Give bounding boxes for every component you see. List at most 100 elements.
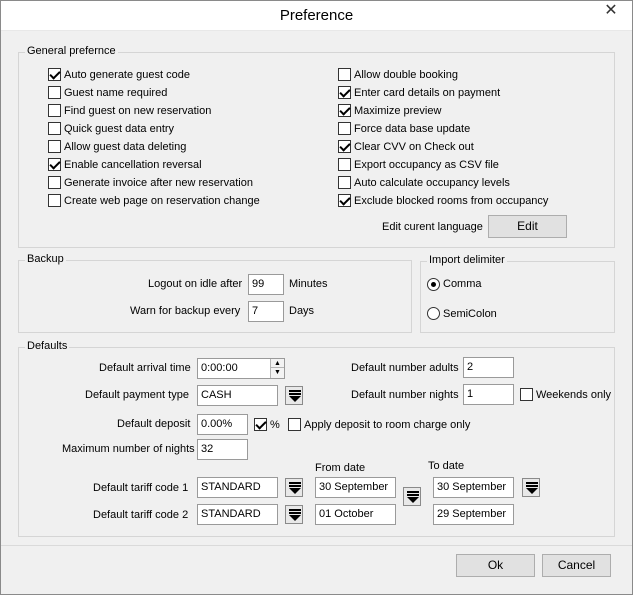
warn-backup-unit: Days — [289, 305, 315, 317]
checkbox-label: Exclude blocked rooms from occupancy — [354, 195, 549, 207]
edit-button[interactable]: Edit — [488, 215, 567, 238]
nights-label: Default number nights — [351, 389, 459, 401]
checkbox-enter-card-details-on-payment[interactable] — [338, 86, 351, 99]
checkbox-enable-cancellation-reversal[interactable] — [48, 158, 61, 171]
deposit-percent-label: % — [270, 419, 280, 431]
title-bar: Preference ✕ — [1, 1, 632, 31]
checkbox-allow-double-booking[interactable] — [338, 68, 351, 81]
checkbox-auto-calculate-occupancy-levels[interactable] — [338, 176, 351, 189]
nights-input[interactable]: 1 — [463, 384, 514, 405]
close-icon: ✕ — [604, 2, 618, 19]
checkbox-find-guest-on-new-reservation[interactable] — [48, 104, 61, 117]
comma-radio[interactable] — [427, 278, 440, 291]
checkbox-label: Enable cancellation reversal — [64, 159, 202, 171]
adults-input[interactable]: 2 — [463, 357, 514, 378]
checkbox-auto-generate-guest-code[interactable] — [48, 68, 61, 81]
import-delimiter-group: Import delimiter — [420, 254, 615, 333]
arrival-time-spinner[interactable]: ▲ ▼ — [270, 359, 284, 378]
dropdown-arrow-icon — [289, 509, 301, 521]
tariff1-to-date[interactable]: 30 September — [433, 477, 514, 498]
checkbox-exclude-blocked-rooms-from-occupancy[interactable] — [338, 194, 351, 207]
to-date-dropdown[interactable] — [522, 478, 540, 497]
tariff1-dropdown[interactable] — [285, 478, 303, 497]
tariff2-dropdown[interactable] — [285, 505, 303, 524]
edit-language-label: Edit curent language — [382, 221, 483, 233]
to-date-header: To date — [428, 460, 465, 472]
semicolon-radio[interactable] — [427, 307, 440, 320]
apply-deposit-label: Apply deposit to room charge only — [304, 419, 471, 431]
adults-label: Default number adults — [351, 362, 459, 374]
arrival-time-label: Default arrival time — [99, 362, 191, 374]
checkbox-label: Guest name required — [64, 87, 168, 99]
payment-type-label: Default payment type — [85, 389, 189, 401]
deposit-percent-checkbox[interactable] — [254, 418, 267, 431]
checkbox-label: Create web page on reservation change — [64, 195, 260, 207]
group-title: General prefernce — [25, 45, 118, 57]
tariff2-input[interactable]: STANDARD — [197, 504, 278, 525]
checkbox-maximize-preview[interactable] — [338, 104, 351, 117]
logout-label: Logout on idle after — [148, 278, 243, 290]
from-date-dropdown[interactable] — [403, 487, 421, 506]
checkbox-label: Enter card details on payment — [354, 87, 501, 99]
checkbox-allow-guest-data-deleting[interactable] — [48, 140, 61, 153]
max-nights-input[interactable]: 32 — [197, 439, 248, 460]
cancel-button[interactable]: Cancel — [542, 554, 611, 577]
dropdown-arrow-icon — [289, 390, 301, 402]
warn-backup-input[interactable]: 7 — [248, 301, 284, 322]
group-title: Backup — [25, 253, 66, 265]
checkbox-label: Allow double booking — [354, 69, 458, 81]
logout-unit: Minutes — [289, 278, 328, 290]
arrival-time-value: 0:00:00 — [201, 362, 238, 374]
checkbox-create-web-page-on-reservation-change[interactable] — [48, 194, 61, 207]
checkbox-export-occupancy-as-csv-file[interactable] — [338, 158, 351, 171]
window-title: Preference — [279, 7, 354, 24]
dialog-footer — [1, 545, 632, 594]
tariff2-to-date[interactable]: 29 September — [433, 504, 514, 525]
tariff2-label: Default tariff code 2 — [93, 509, 189, 521]
spin-down-icon[interactable]: ▼ — [271, 368, 284, 377]
checkbox-clear-cvv-on-check-out[interactable] — [338, 140, 351, 153]
tariff1-input[interactable]: STANDARD — [197, 477, 278, 498]
arrival-time-input[interactable]: 0:00:00 ▲ ▼ — [197, 358, 285, 379]
tariff1-label: Default tariff code 1 — [93, 482, 189, 494]
comma-label: Comma — [443, 278, 482, 290]
checkbox-label: Generate invoice after new reservation — [64, 177, 253, 189]
max-nights-label: Maximum number of nights — [62, 443, 195, 455]
apply-deposit-checkbox[interactable] — [288, 418, 301, 431]
tariff2-from-date[interactable]: 01 October — [315, 504, 396, 525]
checkbox-label: Clear CVV on Check out — [354, 141, 474, 153]
close-button[interactable]: ✕ — [596, 1, 626, 23]
logout-minutes-input[interactable]: 99 — [248, 274, 284, 295]
payment-type-dropdown[interactable] — [285, 386, 303, 405]
preference-dialog: Preference ✕ General prefernce Edit cure… — [0, 0, 633, 595]
checkbox-guest-name-required[interactable] — [48, 86, 61, 99]
dropdown-arrow-icon — [526, 482, 538, 494]
payment-type-input[interactable]: CASH — [197, 385, 278, 406]
group-title: Defaults — [25, 340, 70, 352]
checkbox-label: Allow guest data deleting — [64, 141, 187, 153]
tariff1-from-date[interactable]: 30 September — [315, 477, 396, 498]
checkbox-label: Auto calculate occupancy levels — [354, 177, 510, 189]
weekends-only-label: Weekends only — [536, 389, 612, 401]
checkbox-label: Auto generate guest code — [64, 69, 190, 81]
deposit-input[interactable]: 0.00% — [197, 414, 248, 435]
checkbox-generate-invoice-after-new-reservation[interactable] — [48, 176, 61, 189]
from-date-header: From date — [315, 462, 366, 474]
spin-up-icon[interactable]: ▲ — [271, 359, 284, 368]
dropdown-arrow-icon — [289, 482, 301, 494]
backup-group: Backup — [18, 253, 412, 333]
checkbox-label: Maximize preview — [354, 105, 442, 117]
warn-backup-label: Warn for backup every — [130, 305, 241, 317]
checkbox-force-data-base-update[interactable] — [338, 122, 351, 135]
checkbox-label: Force data base update — [354, 123, 471, 135]
group-title: Import delimiter — [427, 254, 507, 266]
checkbox-label: Export occupancy as CSV file — [354, 159, 499, 171]
checkbox-label: Quick guest data entry — [64, 123, 175, 135]
dropdown-arrow-icon — [407, 491, 419, 503]
deposit-label: Default deposit — [117, 418, 191, 430]
weekends-only-checkbox[interactable] — [520, 388, 533, 401]
checkbox-quick-guest-data-entry[interactable] — [48, 122, 61, 135]
ok-button[interactable]: Ok — [456, 554, 535, 577]
semicolon-label: SemiColon — [443, 308, 497, 320]
checkbox-label: Find guest on new reservation — [64, 105, 212, 117]
